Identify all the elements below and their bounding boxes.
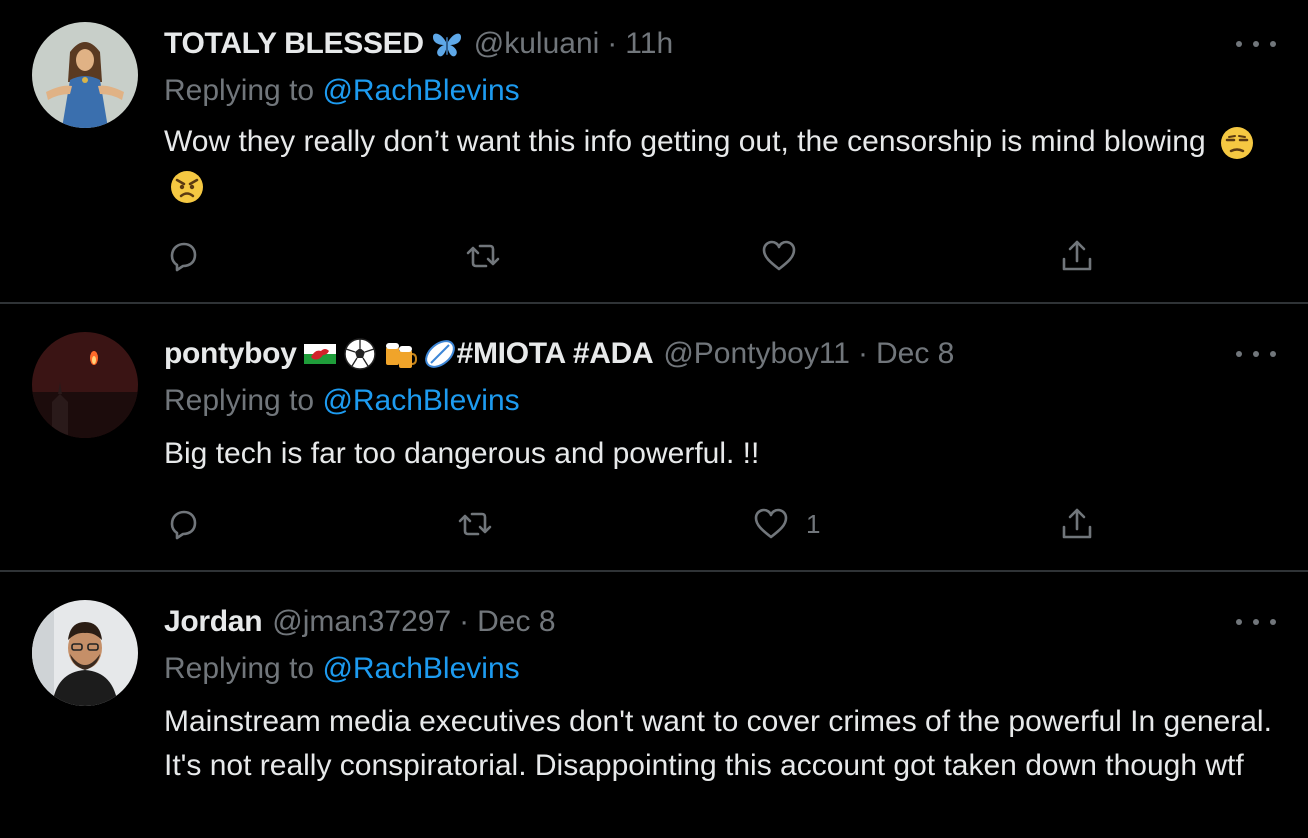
share-button[interactable] [1058, 236, 1096, 276]
mention-link[interactable]: @RachBlevins [322, 652, 519, 685]
unamused-face-icon [1220, 126, 1254, 160]
soccer-ball-icon [343, 337, 377, 371]
like-count: 1 [806, 508, 821, 539]
more-options-icon[interactable] [1236, 34, 1276, 54]
share-icon [1062, 240, 1092, 271]
replying-label: Replying to [164, 384, 315, 417]
tweet-header: pontyboy #MIOTA #ADA @Pontyboy11 · Dec 8 [164, 334, 954, 374]
display-name-hashtags: #MIOTA #ADA [456, 337, 654, 370]
timestamp[interactable]: Dec 8 [477, 605, 555, 639]
like-button[interactable]: 1 [752, 504, 820, 544]
more-options-icon[interactable] [1236, 612, 1276, 632]
avatar[interactable] [32, 332, 138, 438]
replying-label: Replying to [164, 74, 315, 107]
reply-icon [170, 242, 197, 272]
tweet-text-content: Big tech is far too dangerous and powerf… [164, 437, 760, 470]
share-icon [1062, 508, 1092, 539]
reply-icon [170, 510, 197, 540]
retweet-icon [458, 512, 492, 536]
heart-icon [762, 240, 796, 271]
wales-flag-icon [303, 337, 337, 371]
retweet-icon [466, 244, 500, 268]
mention-link[interactable]: @RachBlevins [322, 384, 519, 417]
rugby-ball-icon [423, 337, 457, 371]
timestamp[interactable]: 11h [625, 27, 673, 61]
angry-face-icon [170, 170, 204, 204]
replying-to: Replying to @RachBlevins [164, 74, 520, 108]
retweet-button[interactable] [464, 236, 502, 276]
separator: · [858, 337, 868, 370]
tweet-text-content: Mainstream media executives don't want t… [164, 705, 1272, 782]
tweet-text-content: Wow they really don’t want this info get… [164, 125, 1206, 158]
tweet-actions: 1 [164, 504, 1124, 544]
replying-to: Replying to @RachBlevins [164, 384, 520, 418]
heart-icon [754, 508, 788, 539]
avatar[interactable] [32, 600, 138, 706]
display-name[interactable]: pontyboy [164, 337, 297, 371]
replying-to: Replying to @RachBlevins [164, 652, 520, 686]
tweet-actions [164, 236, 1124, 276]
retweet-button[interactable] [456, 504, 494, 544]
tweet-text: Big tech is far too dangerous and powerf… [164, 432, 1274, 476]
tweet-text: Wow they really don’t want this info get… [164, 120, 1274, 208]
share-button[interactable] [1058, 504, 1096, 544]
tweet[interactable]: Jordan @jman37297 · Dec 8 Replying to @R… [0, 572, 1308, 838]
user-handle[interactable]: @Pontyboy11 [663, 337, 850, 371]
tweet-text: Mainstream media executives don't want t… [164, 700, 1274, 788]
separator: · [607, 27, 618, 60]
beer-mugs-icon [383, 337, 417, 371]
avatar[interactable] [32, 22, 138, 128]
tweet-header: Jordan @jman37297 · Dec 8 [164, 602, 556, 642]
tweet[interactable]: TOTALY BLESSED @kuluani · 11h Replying t… [0, 0, 1308, 302]
separator: · [459, 605, 470, 638]
tweet[interactable]: pontyboy #MIOTA #ADA @Pontyboy11 · Dec 8… [0, 304, 1308, 570]
timestamp[interactable]: Dec 8 [876, 337, 954, 371]
mention-link[interactable]: @RachBlevins [322, 74, 519, 107]
user-handle[interactable]: @jman37297 [272, 605, 451, 639]
reply-button[interactable] [164, 504, 202, 544]
tweet-header: TOTALY BLESSED @kuluani · 11h [164, 24, 673, 64]
display-name[interactable]: TOTALY BLESSED [164, 27, 424, 61]
reply-button[interactable] [164, 236, 202, 276]
user-handle[interactable]: @kuluani [474, 27, 600, 61]
like-button[interactable] [760, 236, 814, 276]
display-name[interactable]: Jordan [164, 605, 263, 639]
replying-label: Replying to [164, 652, 315, 685]
more-options-icon[interactable] [1236, 344, 1276, 364]
butterfly-icon [430, 27, 464, 61]
